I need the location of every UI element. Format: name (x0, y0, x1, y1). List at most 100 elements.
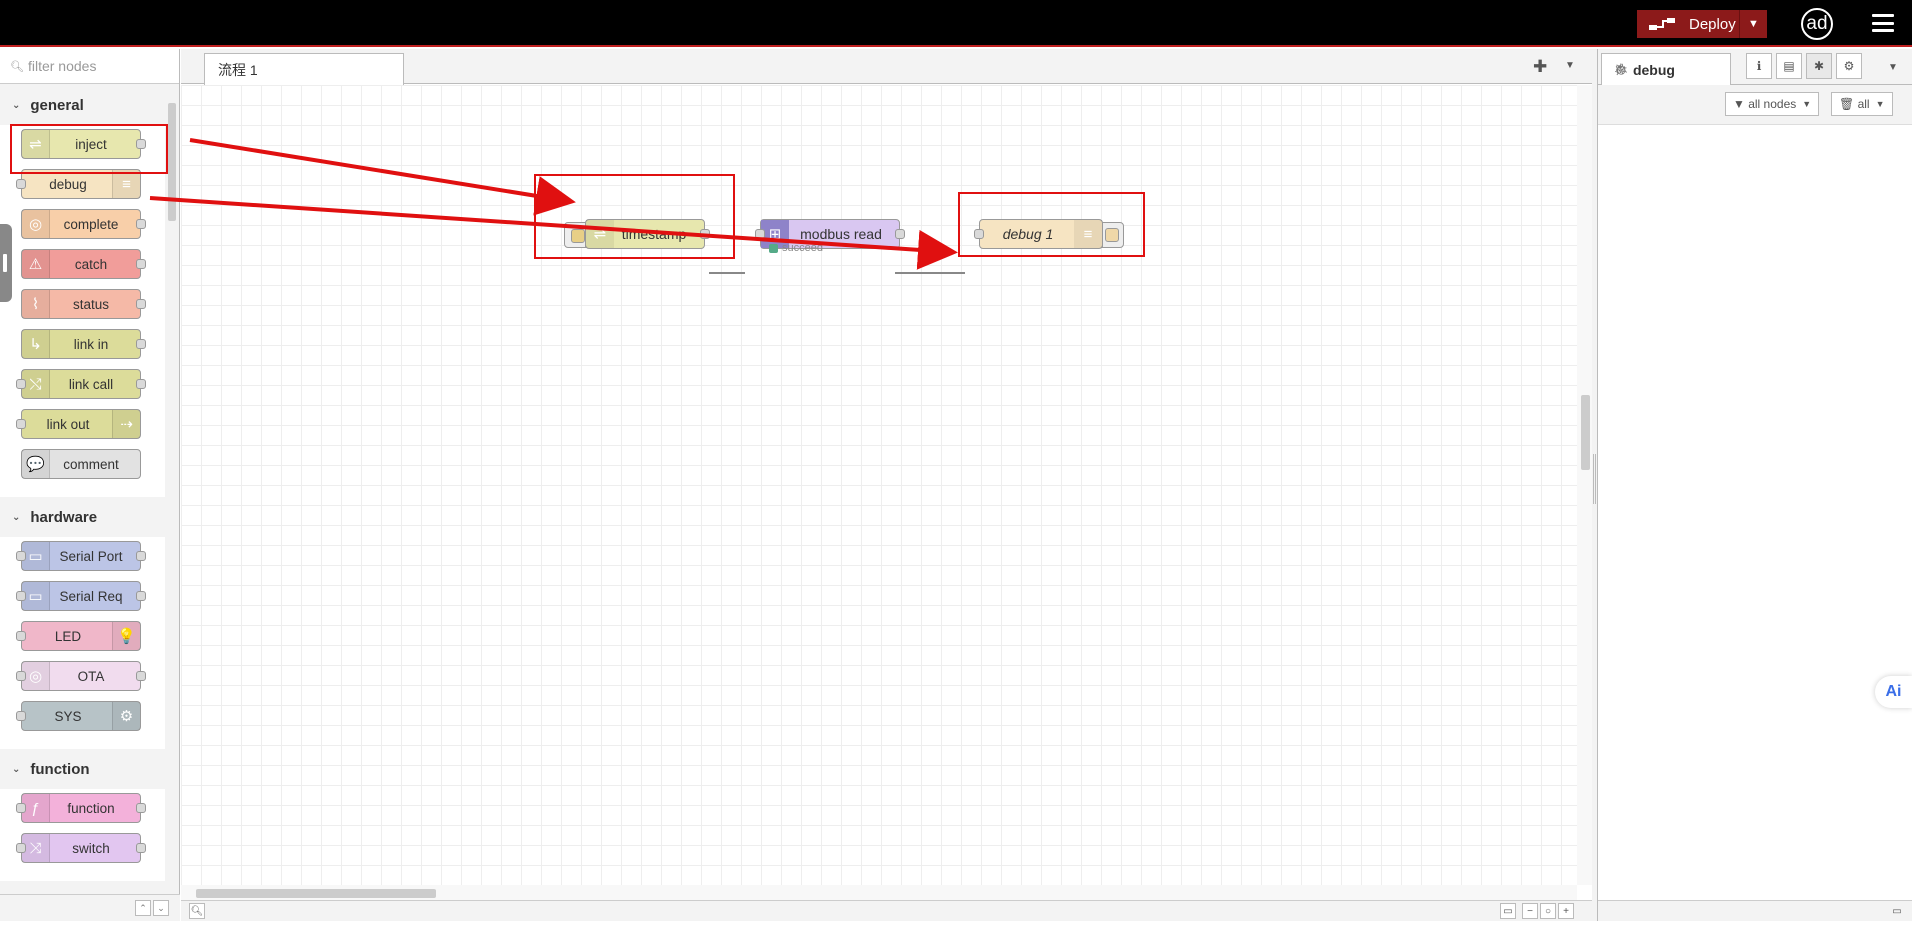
modbus-status: succeed (769, 242, 823, 254)
canvas-vscroll-thumb[interactable] (1581, 395, 1590, 470)
palette-node-link-in[interactable]: ↳ link in (21, 329, 146, 359)
zoom-out-icon[interactable]: − (1522, 903, 1538, 919)
palette-category-function[interactable]: ⌄ function (0, 749, 165, 789)
palette-node-label: Serial Req (59, 588, 123, 604)
output-port (136, 379, 146, 389)
palette-toggle-handle[interactable] (0, 224, 12, 302)
output-port (136, 803, 146, 813)
main-menu-icon[interactable] (1872, 14, 1894, 32)
header-bar: Deploy ▼ ad (0, 0, 1912, 47)
node-icon: ⚠ (22, 250, 50, 278)
bug-icon: 🐞︎ (1614, 64, 1628, 76)
tab-flow-1[interactable]: 流程 1 (204, 53, 404, 85)
palette-node-label: status (72, 296, 110, 312)
palette-node-label: link call (68, 376, 114, 392)
right-sidebar: 🐞︎ debug ℹ ▤ ✱ ⚙ ▼ ▼ all nodes ▼ 🗑︎ all … (1597, 49, 1912, 921)
output-port (136, 551, 146, 561)
palette-node-label: debug (49, 176, 87, 192)
deploy-options-caret-icon[interactable]: ▼ (1739, 10, 1767, 38)
wire-timestamp-modbus[interactable] (709, 272, 745, 274)
node-icon: ◎ (22, 210, 50, 238)
add-flow-icon[interactable]: ✚ (1533, 57, 1547, 77)
debug-toolbar: ▼ all nodes ▼ 🗑︎ all ▼ (1598, 85, 1912, 125)
canvas-vertical-scrollbar[interactable] (1577, 85, 1592, 885)
palette-node-serial-req[interactable]: ▭ Serial Req (16, 581, 146, 611)
output-port[interactable] (895, 229, 905, 239)
node-icon: 💡 (112, 622, 140, 650)
palette-content: ⌄ general ⇌ inject ≡ debug ◎ complete ⚠ catch ⌇ sta… (0, 85, 165, 929)
tab-debug[interactable]: 🐞︎ debug (1601, 53, 1731, 85)
palette-node-label: SYS (54, 708, 82, 724)
ai-assistant-button[interactable]: Ai (1875, 676, 1912, 708)
deploy-button[interactable]: Deploy ▼ (1637, 10, 1767, 38)
input-port (16, 803, 26, 813)
help-book-icon[interactable]: ▤ (1776, 53, 1802, 79)
palette-footer: ⌃ ⌄ (0, 894, 180, 921)
filter-nodes-dropdown[interactable]: ▼ all nodes ▼ (1725, 92, 1820, 116)
palette-node-link-call[interactable]: ⤭ link call (16, 369, 146, 399)
filter-nodes-label: all nodes (1748, 97, 1797, 111)
navigator-map-icon[interactable]: ▭ (1500, 903, 1516, 919)
annotation-box-timestamp (534, 174, 735, 259)
input-port[interactable] (755, 229, 765, 239)
chevron-down-icon: ▼ (1802, 99, 1812, 109)
flow-list-caret-icon[interactable]: ▼ (1565, 60, 1575, 71)
flow-node-modbus-label: modbus read (800, 226, 882, 242)
workspace-tab-bar: 流程 1 ✚ ▼ (181, 49, 1592, 85)
palette-node-complete[interactable]: ◎ complete (21, 209, 146, 239)
node-icon: ↳ (22, 330, 50, 358)
collapse-all-icon[interactable]: ⌃ (135, 900, 151, 916)
palette-node-comment[interactable]: 💬 comment (21, 449, 141, 479)
canvas-hscroll-thumb[interactable] (196, 889, 436, 898)
clear-messages-dropdown[interactable]: 🗑︎ all ▼ (1831, 92, 1893, 116)
palette-node-catch[interactable]: ⚠ catch (21, 249, 146, 279)
palette-scrollbar[interactable] (165, 85, 179, 893)
palette-node-led[interactable]: 💡 LED (16, 621, 141, 651)
palette-node-label: Serial Port (59, 548, 123, 564)
input-port (16, 843, 26, 853)
info-icon[interactable]: ℹ (1746, 53, 1772, 79)
palette-node-label: function (67, 800, 115, 816)
input-port (16, 551, 26, 561)
palette-node-status[interactable]: ⌇ status (21, 289, 146, 319)
clear-label: all (1857, 97, 1870, 111)
palette-category-body: ▭ Serial Port ▭ Serial Req 💡 LED ◎ OTA ⚙ SYS (0, 537, 165, 749)
chevron-down-icon: ⌄ (12, 99, 21, 111)
palette-category-label: hardware (30, 508, 98, 526)
node-icon: ▭ (22, 542, 50, 570)
input-port (16, 179, 26, 189)
expand-all-icon[interactable]: ⌄ (153, 900, 169, 916)
config-gear-icon[interactable]: ⚙ (1836, 53, 1862, 79)
chevron-down-icon: ⌄ (12, 511, 21, 523)
palette-node-sys[interactable]: ⚙ SYS (16, 701, 141, 731)
output-port (136, 339, 146, 349)
wire-modbus-debug[interactable] (895, 272, 965, 274)
canvas-horizontal-scrollbar[interactable] (181, 885, 1577, 900)
flow-canvas[interactable]: ⇌ timestamp ⊞ modbus read succeed debug … (181, 85, 1577, 885)
node-icon: ƒ (22, 794, 50, 822)
palette-node-serial-port[interactable]: ▭ Serial Port (16, 541, 146, 571)
sidebar-tab-bar: 🐞︎ debug ℹ ▤ ✱ ⚙ ▼ (1598, 49, 1912, 85)
debug-bug-icon[interactable]: ✱ (1806, 53, 1832, 79)
palette-category-label: general (30, 96, 84, 114)
palette-search[interactable]: 🔍︎ filter nodes (0, 49, 179, 84)
user-avatar[interactable]: ad (1801, 8, 1833, 40)
palette-scrollbar-thumb[interactable] (168, 103, 176, 221)
zoom-reset-icon[interactable]: ○ (1540, 903, 1556, 919)
palette-node-ota[interactable]: ◎ OTA (16, 661, 146, 691)
palette-node-switch[interactable]: ⤨ switch (16, 833, 146, 863)
palette-node-link-out[interactable]: ⇢ link out (16, 409, 141, 439)
modbus-status-text: succeed (782, 242, 823, 254)
palette-category-hardware[interactable]: ⌄ hardware (0, 497, 165, 537)
input-port (16, 631, 26, 641)
palette-node-function[interactable]: ƒ function (16, 793, 146, 823)
palette-category-general[interactable]: ⌄ general (0, 85, 165, 125)
search-flows-icon[interactable]: 🔍︎ (189, 903, 205, 919)
open-debug-window-icon[interactable]: ▭ (1888, 903, 1906, 919)
node-palette: 🔍︎ filter nodes ⌄ general ⇌ inject ≡ debug ◎ co… (0, 49, 180, 921)
palette-node-label: comment (63, 456, 119, 472)
palette-search-input[interactable]: filter nodes (28, 58, 96, 74)
zoom-in-icon[interactable]: + (1558, 903, 1574, 919)
sidebar-caret-icon[interactable]: ▼ (1888, 62, 1898, 73)
node-icon: ≡ (112, 170, 140, 198)
